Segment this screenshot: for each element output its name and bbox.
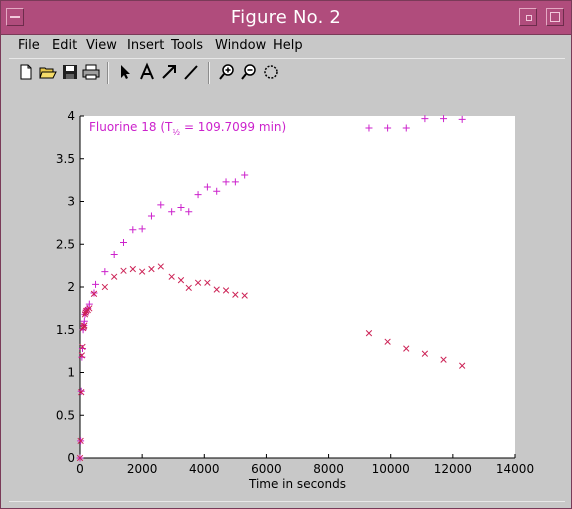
- menu-edit[interactable]: Edit: [52, 38, 77, 53]
- x-tick-label: 4000: [189, 462, 220, 476]
- x-tick-label: 2000: [127, 462, 158, 476]
- x-tick-label: 8000: [313, 462, 344, 476]
- maximize-icon: [550, 12, 560, 22]
- y-tick-label: 4: [67, 109, 75, 123]
- insert-text-icon[interactable]: [137, 62, 157, 82]
- menu-bar: File Edit View Insert Tools Window Help: [9, 35, 565, 57]
- rotate-icon[interactable]: [261, 62, 281, 82]
- minimize-icon: [526, 15, 532, 21]
- figure-window: Figure No. 2 File Edit View Insert Tools…: [0, 0, 572, 509]
- menu-file[interactable]: File: [18, 38, 40, 53]
- y-tick-label: 0.5: [56, 408, 75, 422]
- plot-area: [80, 116, 515, 458]
- insert-line-icon[interactable]: [181, 62, 201, 82]
- x-tick-label: 14000: [496, 462, 534, 476]
- plot-svg: 0 2000 4000 6000 8000 10000 12000 14000 0 0.5 1 1.5…: [56, 109, 534, 491]
- y-tick-label: 0: [67, 451, 75, 465]
- minimize-button[interactable]: [519, 8, 537, 26]
- y-tick-label: 2: [67, 280, 75, 294]
- zoom-in-icon[interactable]: [217, 62, 237, 82]
- maximize-button[interactable]: [546, 8, 564, 26]
- menu-tools[interactable]: Tools: [171, 38, 203, 53]
- zoom-out-icon[interactable]: [239, 62, 259, 82]
- save-icon[interactable]: [60, 62, 80, 82]
- toolbar-separator: [208, 62, 210, 84]
- open-folder-icon[interactable]: [38, 62, 58, 82]
- y-tick-label: 1.5: [56, 323, 75, 337]
- print-icon[interactable]: [81, 62, 101, 82]
- menu-view[interactable]: View: [86, 38, 117, 53]
- menu-window[interactable]: Window: [215, 38, 266, 53]
- x-axis-label: Time in seconds: [248, 477, 346, 491]
- toolbar-separator: [107, 62, 109, 84]
- x-tick-label: 12000: [434, 462, 472, 476]
- insert-arrow-icon[interactable]: [159, 62, 179, 82]
- y-tick-label: 2.5: [56, 237, 75, 251]
- x-tick-label: 6000: [251, 462, 282, 476]
- x-tick-label: 0: [76, 462, 84, 476]
- menu-insert[interactable]: Insert: [127, 38, 164, 53]
- x-tick-label: 10000: [372, 462, 410, 476]
- toolbar: [9, 58, 565, 88]
- window-title: Figure No. 2: [230, 7, 342, 28]
- new-file-icon[interactable]: [16, 62, 36, 82]
- y-tick-label: 3: [67, 195, 75, 209]
- figure-canvas[interactable]: 0 2000 4000 6000 8000 10000 12000 14000 0 0.5 1 1.5…: [9, 87, 565, 502]
- y-tick-label: 3.5: [56, 152, 75, 166]
- title-bar[interactable]: Figure No. 2: [1, 1, 571, 35]
- select-arrow-icon[interactable]: [115, 62, 135, 82]
- y-tick-label: 1: [67, 366, 75, 380]
- menu-help[interactable]: Help: [273, 38, 303, 53]
